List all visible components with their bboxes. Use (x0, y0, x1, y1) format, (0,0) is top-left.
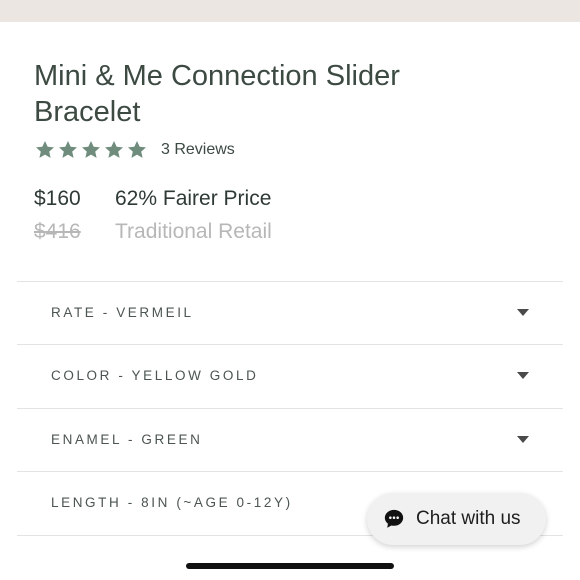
chat-with-us-button[interactable]: Chat with us (367, 493, 546, 545)
current-price: $160 (34, 187, 81, 210)
star-icon (128, 141, 146, 158)
product-title: Mini & Me Connection Slider Bracelet (34, 60, 400, 128)
chat-bubble-icon (384, 509, 404, 528)
option-enamel-dropdown[interactable]: ENAMEL - GREEN (17, 408, 563, 471)
reviews-link[interactable]: 3 Reviews (161, 141, 235, 159)
home-indicator (186, 563, 394, 569)
fairer-price-label: 62% Fairer Price (115, 187, 272, 210)
star-icon (59, 141, 77, 158)
chat-label: Chat with us (416, 508, 521, 529)
option-label: COLOR - YELLOW GOLD (51, 368, 259, 383)
caret-down-icon (517, 372, 529, 379)
star-icon (82, 141, 100, 158)
top-banner-strip (0, 0, 580, 22)
option-label: LENGTH - 8IN (~AGE 0-12Y) (51, 495, 293, 510)
star-rating (34, 139, 148, 161)
rating-row[interactable]: 3 Reviews (34, 139, 235, 161)
caret-down-icon (517, 436, 529, 443)
original-price: $416 (34, 220, 81, 243)
option-label: ENAMEL - GREEN (51, 432, 203, 447)
option-label: RATE - VERMEIL (51, 305, 194, 320)
option-rate-dropdown[interactable]: RATE - VERMEIL (17, 281, 563, 344)
star-icon (36, 141, 54, 158)
caret-down-icon (517, 309, 529, 316)
traditional-retail-label: Traditional Retail (115, 220, 272, 243)
star-icon (105, 141, 123, 158)
option-color-dropdown[interactable]: COLOR - YELLOW GOLD (17, 344, 563, 407)
